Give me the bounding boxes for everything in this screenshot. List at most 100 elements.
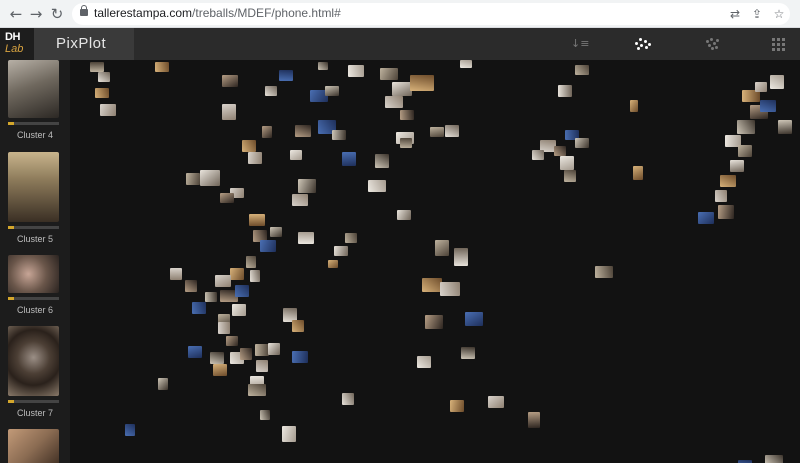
image-thumbnail[interactable] bbox=[90, 62, 104, 72]
image-thumbnail[interactable] bbox=[368, 180, 386, 192]
image-thumbnail[interactable] bbox=[98, 72, 110, 82]
image-thumbnail[interactable] bbox=[155, 62, 169, 72]
image-thumbnail[interactable] bbox=[298, 232, 314, 244]
image-thumbnail[interactable] bbox=[205, 292, 217, 302]
image-thumbnail[interactable] bbox=[392, 82, 412, 96]
image-thumbnail[interactable] bbox=[249, 214, 265, 226]
image-thumbnail[interactable] bbox=[282, 426, 296, 442]
image-thumbnail[interactable] bbox=[295, 125, 311, 137]
image-thumbnail[interactable] bbox=[292, 351, 308, 363]
image-thumbnail[interactable] bbox=[397, 210, 411, 220]
image-thumbnail[interactable] bbox=[425, 315, 443, 329]
image-thumbnail[interactable] bbox=[186, 173, 200, 185]
cluster-thumbnail[interactable] bbox=[8, 255, 59, 293]
arrow-right-icon[interactable]: → bbox=[26, 4, 46, 24]
image-thumbnail[interactable] bbox=[226, 336, 238, 346]
image-thumbnail[interactable] bbox=[778, 120, 792, 134]
scatter-layout-icon[interactable] bbox=[633, 36, 651, 52]
pixplot-canvas[interactable] bbox=[70, 60, 800, 463]
cluster-thumbnail[interactable] bbox=[8, 60, 59, 118]
image-thumbnail[interactable] bbox=[256, 360, 268, 372]
image-thumbnail[interactable] bbox=[235, 285, 249, 297]
umap-layout-icon[interactable] bbox=[703, 36, 721, 52]
image-thumbnail[interactable] bbox=[292, 194, 308, 206]
image-thumbnail[interactable] bbox=[737, 120, 755, 134]
image-thumbnail[interactable] bbox=[328, 260, 338, 268]
image-thumbnail[interactable] bbox=[220, 193, 234, 203]
image-thumbnail[interactable] bbox=[575, 65, 589, 75]
image-thumbnail[interactable] bbox=[560, 156, 574, 170]
image-thumbnail[interactable] bbox=[279, 70, 293, 81]
image-thumbnail[interactable] bbox=[192, 302, 206, 314]
image-thumbnail[interactable] bbox=[185, 280, 197, 292]
arrow-left-icon[interactable]: ← bbox=[6, 4, 26, 24]
image-thumbnail[interactable] bbox=[528, 412, 540, 428]
image-thumbnail[interactable] bbox=[248, 152, 262, 164]
image-thumbnail[interactable] bbox=[630, 100, 638, 112]
image-thumbnail[interactable] bbox=[554, 146, 566, 156]
cluster-thumbnail[interactable] bbox=[8, 152, 59, 222]
image-thumbnail[interactable] bbox=[248, 384, 266, 396]
image-thumbnail[interactable] bbox=[730, 160, 744, 172]
image-thumbnail[interactable] bbox=[345, 233, 357, 243]
image-thumbnail[interactable] bbox=[230, 268, 244, 280]
image-thumbnail[interactable] bbox=[325, 86, 339, 96]
image-thumbnail[interactable] bbox=[488, 396, 504, 408]
image-thumbnail[interactable] bbox=[633, 166, 643, 180]
image-thumbnail[interactable] bbox=[260, 410, 270, 420]
image-thumbnail[interactable] bbox=[445, 125, 459, 137]
image-thumbnail[interactable] bbox=[292, 320, 304, 332]
image-thumbnail[interactable] bbox=[718, 205, 734, 219]
image-thumbnail[interactable] bbox=[332, 130, 346, 140]
image-thumbnail[interactable] bbox=[250, 270, 260, 282]
image-thumbnail[interactable] bbox=[380, 68, 398, 80]
image-thumbnail[interactable] bbox=[334, 246, 348, 256]
url-text[interactable]: tallerestampa.com/treballs/MDEF/phone.ht… bbox=[94, 6, 341, 20]
image-thumbnail[interactable] bbox=[298, 179, 316, 193]
image-thumbnail[interactable] bbox=[210, 352, 224, 364]
cluster-thumbnail[interactable] bbox=[8, 429, 59, 463]
image-thumbnail[interactable] bbox=[715, 190, 727, 202]
grid-layout-icon[interactable] bbox=[771, 36, 789, 52]
image-thumbnail[interactable] bbox=[255, 344, 269, 356]
image-thumbnail[interactable] bbox=[385, 96, 403, 108]
image-thumbnail[interactable] bbox=[375, 154, 389, 168]
image-thumbnail[interactable] bbox=[575, 138, 589, 148]
image-thumbnail[interactable] bbox=[232, 304, 246, 316]
image-thumbnail[interactable] bbox=[532, 150, 544, 160]
image-thumbnail[interactable] bbox=[422, 278, 442, 292]
cluster-thumbnail[interactable] bbox=[8, 326, 59, 396]
image-thumbnail[interactable] bbox=[348, 65, 364, 77]
image-thumbnail[interactable] bbox=[218, 322, 230, 334]
image-thumbnail[interactable] bbox=[318, 62, 328, 70]
image-thumbnail[interactable] bbox=[755, 82, 767, 92]
image-thumbnail[interactable] bbox=[342, 152, 356, 166]
image-thumbnail[interactable] bbox=[260, 240, 276, 252]
dhlab-logo[interactable]: DH Lab bbox=[0, 28, 34, 60]
image-thumbnail[interactable] bbox=[720, 175, 736, 187]
image-thumbnail[interactable] bbox=[595, 266, 613, 278]
share-icon[interactable]: ⇪ bbox=[748, 5, 766, 23]
image-thumbnail[interactable] bbox=[95, 88, 109, 98]
image-thumbnail[interactable] bbox=[200, 170, 220, 186]
image-thumbnail[interactable] bbox=[400, 138, 412, 148]
image-thumbnail[interactable] bbox=[770, 75, 784, 89]
image-thumbnail[interactable] bbox=[342, 393, 354, 405]
image-thumbnail[interactable] bbox=[765, 455, 783, 463]
image-thumbnail[interactable] bbox=[564, 170, 576, 182]
image-thumbnail[interactable] bbox=[270, 227, 282, 237]
image-thumbnail[interactable] bbox=[268, 343, 280, 355]
image-thumbnail[interactable] bbox=[738, 145, 752, 157]
translate-icon[interactable]: ⇄ bbox=[726, 5, 744, 23]
image-thumbnail[interactable] bbox=[290, 150, 302, 160]
image-thumbnail[interactable] bbox=[440, 282, 460, 296]
bookmark-star-icon[interactable]: ☆ bbox=[770, 5, 788, 23]
image-thumbnail[interactable] bbox=[450, 400, 464, 412]
image-thumbnail[interactable] bbox=[265, 86, 277, 96]
address-bar[interactable]: tallerestampa.com/treballs/MDEF/phone.ht… bbox=[72, 3, 790, 25]
image-thumbnail[interactable] bbox=[400, 110, 414, 120]
image-thumbnail[interactable] bbox=[188, 346, 202, 358]
image-thumbnail[interactable] bbox=[465, 312, 483, 326]
image-thumbnail[interactable] bbox=[222, 104, 236, 120]
image-thumbnail[interactable] bbox=[242, 140, 256, 152]
